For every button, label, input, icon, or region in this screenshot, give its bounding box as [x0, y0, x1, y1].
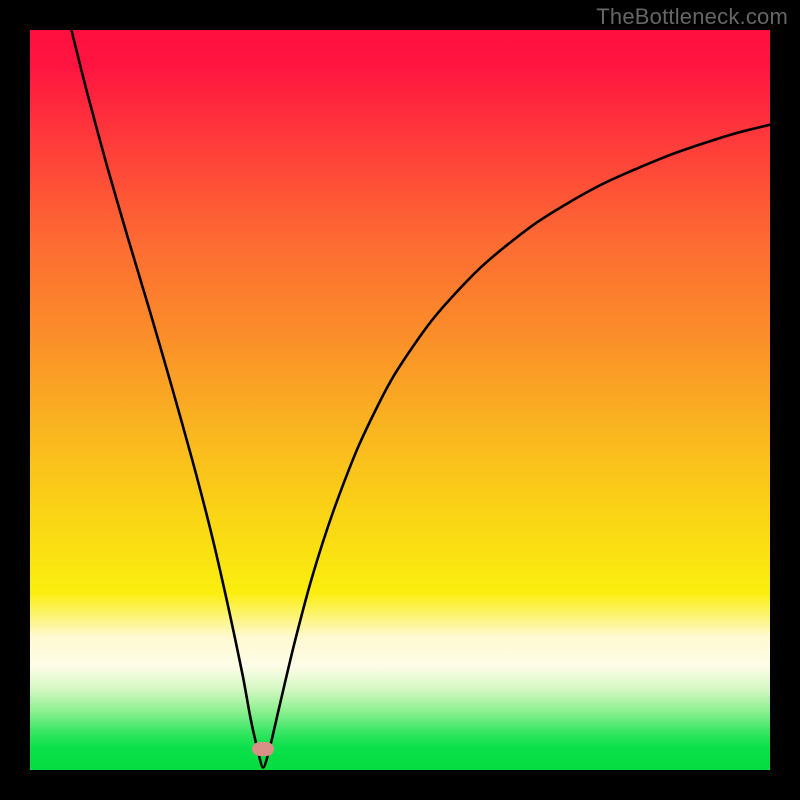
chart-container: TheBottleneck.com — [0, 0, 800, 800]
watermark-text: TheBottleneck.com — [596, 4, 788, 30]
plot-area — [30, 30, 770, 770]
minimum-marker — [252, 742, 274, 756]
bottleneck-curve — [71, 30, 770, 768]
curve-svg — [30, 30, 770, 770]
